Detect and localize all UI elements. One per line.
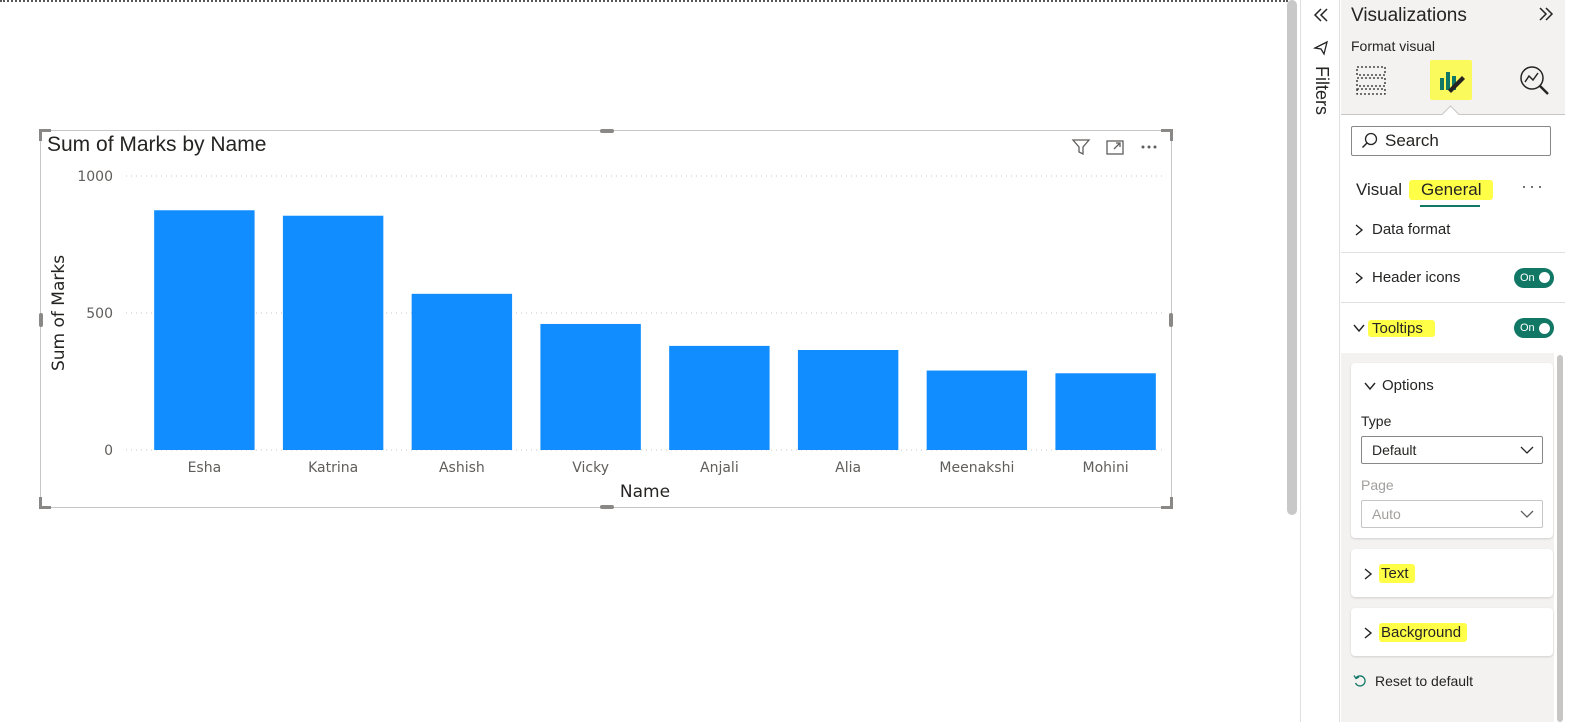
search-input[interactable]: Search	[1351, 126, 1551, 156]
chevron-down-icon	[1520, 446, 1534, 454]
section-label: Header icons	[1372, 269, 1461, 286]
section-label: Tooltips	[1368, 319, 1435, 337]
background-header[interactable]: Background	[1363, 623, 1468, 642]
type-dropdown[interactable]: Default	[1361, 436, 1543, 464]
y-tick-label: 0	[104, 443, 113, 459]
y-axis-title: Sum of Marks	[49, 255, 69, 371]
format-visual-label: Format visual	[1351, 38, 1436, 54]
bar-ashish[interactable]	[411, 293, 513, 450]
x-tick-label: Anjali	[700, 460, 739, 476]
toggle-knob	[1539, 322, 1550, 334]
search-icon	[1361, 132, 1379, 150]
bar-vicky[interactable]	[540, 323, 641, 450]
filter-pin-icon[interactable]	[1312, 40, 1330, 61]
toggle-label: On	[1520, 322, 1535, 334]
format-visual-icon[interactable]	[1430, 60, 1472, 100]
options-card: Options Type Default Page Auto	[1351, 363, 1553, 538]
x-tick-label: Vicky	[572, 460, 609, 476]
options-label: Options	[1382, 377, 1434, 394]
visualizations-title: Visualizations	[1351, 5, 1467, 26]
y-tick-label: 500	[86, 306, 113, 322]
reset-to-default-button[interactable]: Reset to default	[1353, 673, 1473, 689]
bar-mohini[interactable]	[1055, 373, 1156, 450]
section-label: Data format	[1372, 221, 1451, 238]
background-card[interactable]: Background	[1351, 608, 1553, 656]
x-tick-label: Mohini	[1083, 460, 1129, 476]
page-label: Page	[1361, 477, 1394, 493]
header-icons-toggle[interactable]: On	[1514, 267, 1554, 288]
text-card[interactable]: Text	[1351, 549, 1553, 597]
type-value: Default	[1372, 442, 1417, 458]
filters-pane: Filters	[1300, 0, 1340, 722]
visualizations-pane: Visualizations Format visual Search Visu…	[1341, 0, 1565, 723]
bar-chart-visual[interactable]: Sum of Marks by Name 0 500 1000 Esha Katrina…	[39, 129, 1173, 509]
bar-meenakshi[interactable]	[926, 370, 1028, 450]
section-header-icons[interactable]: Header icons On	[1341, 253, 1565, 303]
page-value: Auto	[1372, 506, 1401, 522]
bar-anjali[interactable]	[669, 345, 770, 450]
toggle-label: On	[1520, 271, 1535, 284]
analytics-icon[interactable]	[1513, 60, 1555, 100]
text-header[interactable]: Text	[1363, 564, 1415, 583]
chevron-right-icon	[1364, 567, 1373, 580]
canvas-scrollbar[interactable]	[1287, 0, 1297, 515]
toggle-knob	[1539, 272, 1550, 283]
chevron-right-icon	[1352, 223, 1366, 237]
section-data-format[interactable]: Data format	[1341, 217, 1565, 253]
options-header[interactable]: Options	[1363, 377, 1434, 394]
canvas-top-border	[0, 0, 1288, 2]
double-chevron-left-icon[interactable]	[1311, 6, 1331, 24]
pane-scrollbar[interactable]	[1557, 355, 1563, 722]
report-canvas: Sum of Marks by Name 0 500 1000 Esha Katrina…	[0, 0, 1300, 722]
bar-katrina[interactable]	[282, 215, 384, 450]
type-label: Type	[1361, 413, 1392, 429]
y-tick-label: 1000	[77, 169, 113, 185]
chevron-right-icon	[1364, 626, 1373, 639]
chevron-down-icon	[1520, 510, 1534, 518]
page-dropdown: Auto	[1361, 500, 1543, 528]
chevron-down-icon	[1352, 323, 1366, 333]
chevron-right-icon	[1352, 271, 1366, 285]
chevron-down-icon	[1364, 382, 1376, 390]
x-tick-label: Ashish	[439, 460, 485, 476]
x-tick-label: Esha	[188, 460, 222, 476]
search-placeholder: Search	[1385, 131, 1439, 150]
chart-plot: 0 500 1000 Esha Katrina Ashish Vicky Anjali Alia…	[49, 169, 1166, 502]
x-tick-label: Meenakshi	[939, 460, 1014, 476]
reset-icon	[1353, 675, 1366, 687]
active-tab-underline	[1420, 205, 1480, 207]
bar-esha[interactable]	[154, 210, 255, 450]
bars	[154, 210, 1156, 450]
tab-visual[interactable]: Visual	[1356, 180, 1402, 200]
tab-general[interactable]: General	[1409, 180, 1494, 200]
x-tick-label: Alia	[835, 460, 861, 476]
filters-pane-label[interactable]: Filters	[1311, 66, 1332, 115]
x-tick-label: Katrina	[308, 460, 358, 476]
text-label: Text	[1379, 564, 1415, 583]
section-tooltips[interactable]: Tooltips On	[1341, 303, 1565, 353]
build-visual-icon[interactable]	[1350, 60, 1392, 100]
reset-label: Reset to default	[1375, 673, 1474, 689]
x-axis-title: Name	[620, 482, 670, 502]
tooltips-toggle[interactable]: On	[1514, 318, 1554, 338]
bar-alia[interactable]	[797, 349, 899, 450]
more-options-button[interactable]: ···	[1521, 176, 1545, 197]
background-label: Background	[1379, 623, 1468, 642]
double-chevron-right-icon[interactable]	[1537, 6, 1555, 27]
